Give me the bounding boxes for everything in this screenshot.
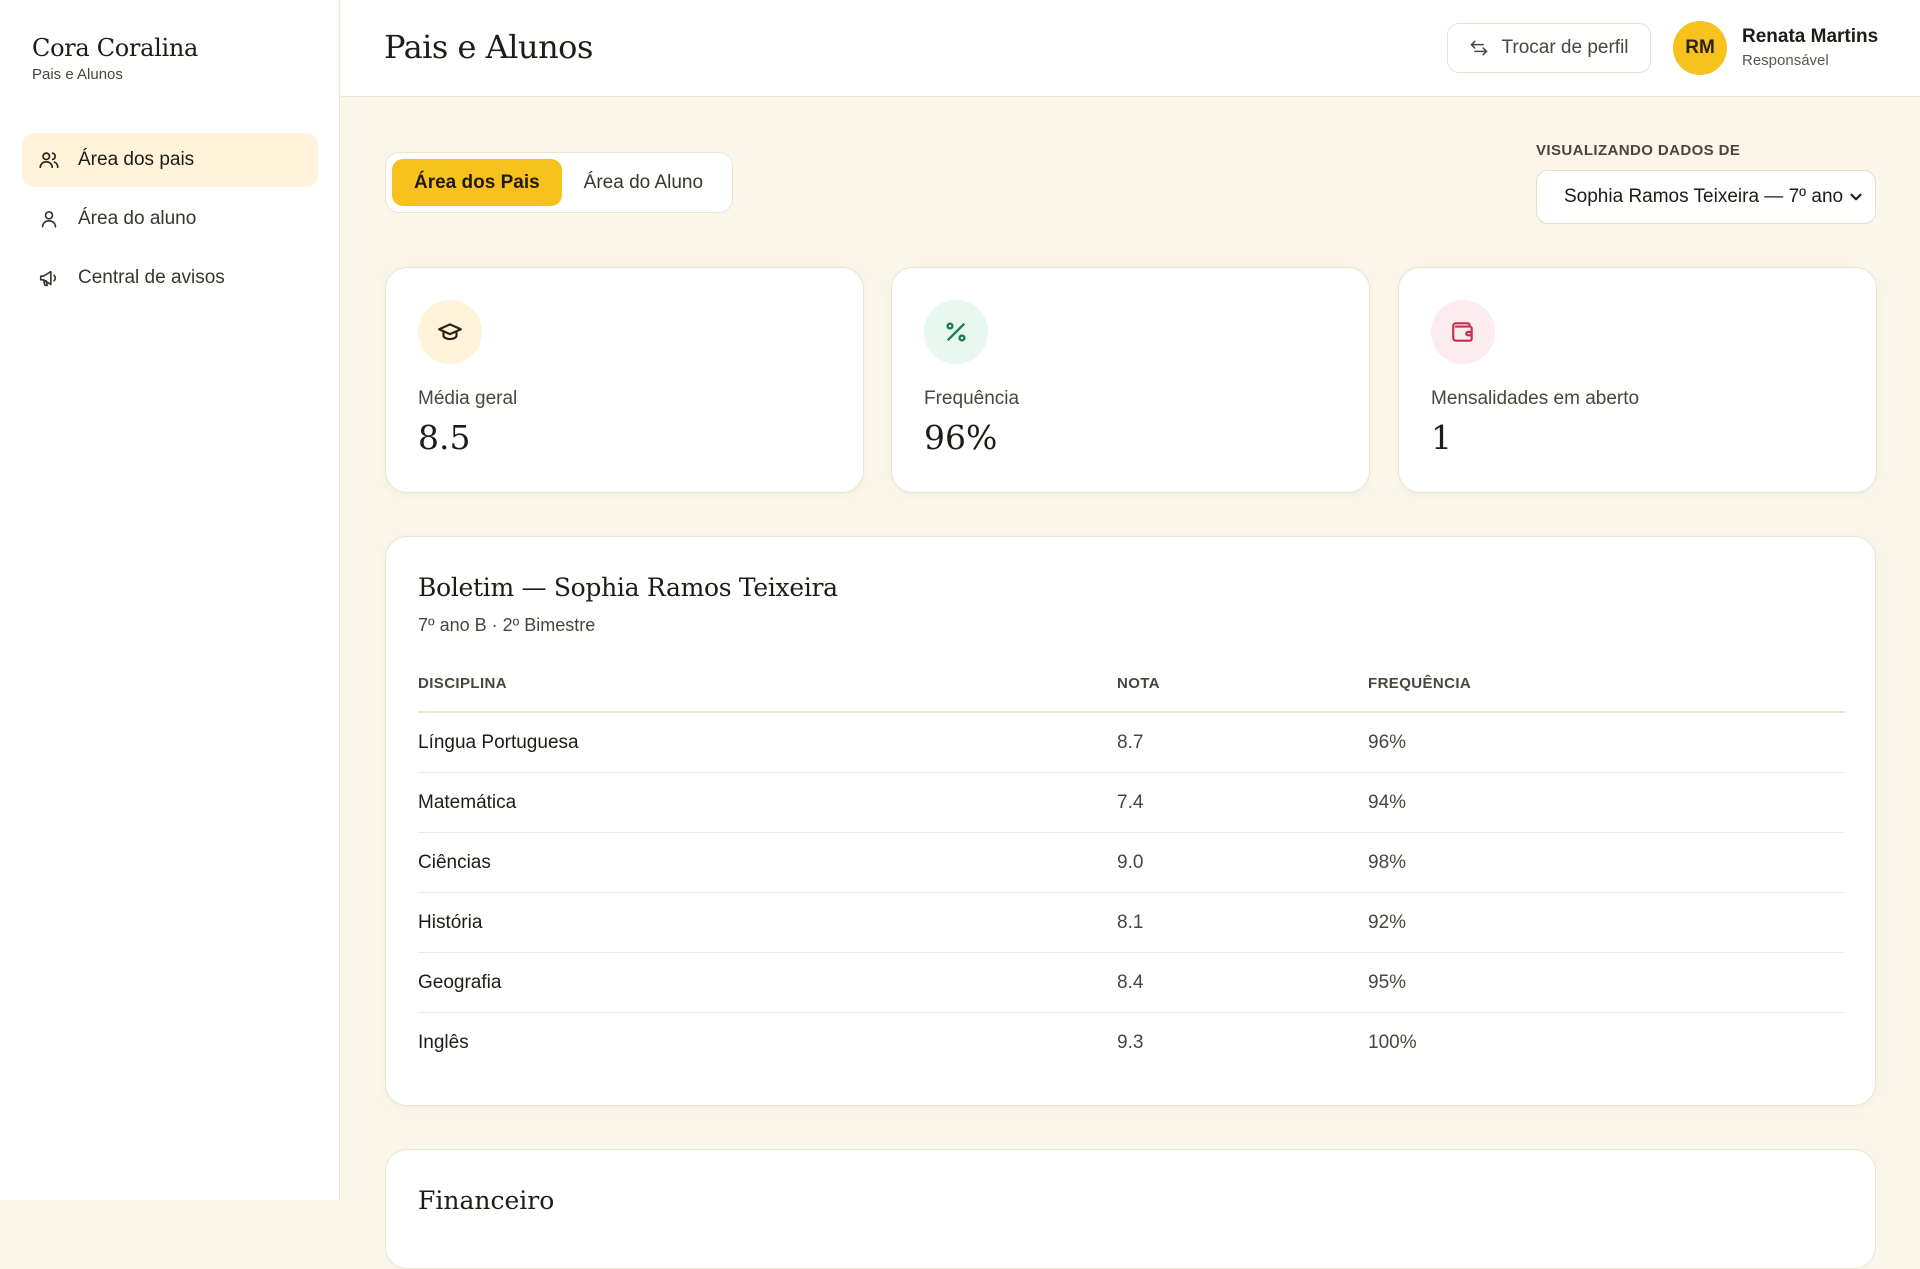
switch-profile-label: Trocar de perfil	[1501, 37, 1629, 58]
sidebar-item-label: Área dos pais	[78, 149, 195, 170]
cell-disciplina: Geografia	[418, 971, 502, 993]
sidebar-item-label: Área do aluno	[78, 208, 197, 229]
percent-icon	[946, 322, 966, 342]
chevron-down-icon	[1850, 193, 1862, 201]
tab-area-do-aluno[interactable]: Área do Aluno	[562, 159, 725, 206]
swap-arrows-icon	[1471, 40, 1488, 56]
cell-disciplina: História	[418, 911, 483, 933]
brand: Cora Coralina Pais e Alunos	[32, 34, 198, 83]
table-row: História 8.1 92%	[418, 893, 1845, 953]
table-row: Ciências 9.0 98%	[418, 833, 1845, 893]
stat-icon-wrap	[1431, 300, 1495, 364]
report-card: Boletim — Sophia Ramos Teixeira 7º ano B…	[385, 536, 1876, 1106]
graduation-cap-icon	[438, 323, 462, 341]
report-subtitle: 7º ano B · 2º Bimestre	[418, 615, 596, 635]
switch-profile-button[interactable]: Trocar de perfil	[1447, 23, 1651, 73]
cell-disciplina: Inglês	[418, 1032, 469, 1053]
cell-frequencia: 92%	[1368, 911, 1407, 933]
wallet-icon	[1452, 322, 1473, 342]
column-header-disciplina: DISCIPLINA	[418, 675, 508, 692]
brand-title: Cora Coralina	[32, 34, 199, 62]
cell-nota: 8.7	[1117, 731, 1144, 753]
stat-value: 96%	[924, 418, 998, 457]
cell-frequencia: 96%	[1368, 731, 1407, 753]
cell-nota: 9.3	[1117, 1032, 1144, 1053]
report-title: Boletim — Sophia Ramos Teixeira	[418, 573, 838, 602]
user-name: Renata Martins	[1742, 26, 1879, 47]
stat-label: Frequência	[924, 388, 1020, 409]
sidebar: Cora Coralina Pais e Alunos Área dos pai…	[0, 0, 340, 1200]
column-header-frequencia: FREQUÊNCIA	[1368, 675, 1472, 692]
viewing-label: VISUALIZANDO DADOS DE	[1536, 142, 1741, 159]
cell-nota: 9.0	[1117, 851, 1144, 873]
student-select-value: Sophia Ramos Teixeira — 7º ano	[1564, 186, 1844, 207]
brand-subtitle: Pais e Alunos	[32, 66, 123, 83]
users-icon	[39, 152, 59, 169]
cell-frequencia: 98%	[1368, 851, 1407, 873]
stat-value: 8.5	[418, 418, 471, 457]
cell-frequencia: 94%	[1368, 791, 1407, 813]
sidebar-item-label: Central de avisos	[78, 267, 225, 288]
cell-disciplina: Língua Portuguesa	[418, 731, 579, 753]
user-role: Responsável	[1742, 52, 1829, 69]
stat-label: Média geral	[418, 388, 518, 409]
table-header: DISCIPLINA NOTA FREQUÊNCIA	[418, 675, 1845, 713]
cell-disciplina: Ciências	[418, 851, 491, 873]
cell-frequencia: 95%	[1368, 971, 1407, 993]
megaphone-icon	[39, 270, 57, 287]
finance-card: Financeiro	[385, 1149, 1876, 1269]
cell-frequencia: 100%	[1368, 1032, 1417, 1053]
view-tabs: Área dos Pais Área do Aluno	[385, 152, 733, 213]
sidebar-nav: Área dos pais Área do aluno Central de a…	[22, 133, 318, 310]
stat-label: Mensalidades em aberto	[1431, 388, 1640, 409]
avatar[interactable]: RM	[1673, 21, 1727, 75]
column-header-nota: NOTA	[1117, 675, 1160, 692]
stat-card-mensalidades: Mensalidades em aberto 1	[1398, 267, 1877, 493]
stat-icon-wrap	[924, 300, 988, 364]
table-row: Geografia 8.4 95%	[418, 953, 1845, 1013]
stat-card-media-geral: Média geral 8.5	[385, 267, 864, 493]
cell-nota: 8.4	[1117, 971, 1144, 993]
grades-table: DISCIPLINA NOTA FREQUÊNCIA Língua Portug…	[418, 675, 1845, 1073]
cell-disciplina: Matemática	[418, 791, 517, 813]
table-row: Língua Portuguesa 8.7 96%	[418, 713, 1845, 773]
tab-area-dos-pais[interactable]: Área dos Pais	[392, 159, 562, 206]
sidebar-item-central-de-avisos[interactable]: Central de avisos	[22, 251, 318, 305]
page-title: Pais e Alunos	[384, 28, 593, 66]
sidebar-item-area-dos-pais[interactable]: Área dos pais	[22, 133, 318, 187]
top-bar: Pais e Alunos Trocar de perfil RM Renata…	[341, 0, 1920, 97]
stat-value: 1	[1431, 418, 1452, 457]
stat-icon-wrap	[418, 300, 482, 364]
cell-nota: 8.1	[1117, 911, 1144, 933]
user-icon	[41, 211, 57, 228]
stat-card-frequencia: Frequência 96%	[891, 267, 1370, 493]
cell-nota: 7.4	[1117, 791, 1144, 813]
table-row: Matemática 7.4 94%	[418, 773, 1845, 833]
student-select[interactable]: Sophia Ramos Teixeira — 7º ano	[1536, 170, 1876, 224]
finance-title: Financeiro	[418, 1186, 555, 1215]
sidebar-item-area-do-aluno[interactable]: Área do aluno	[22, 192, 318, 246]
table-row: Inglês 9.3 100%	[418, 1013, 1845, 1073]
